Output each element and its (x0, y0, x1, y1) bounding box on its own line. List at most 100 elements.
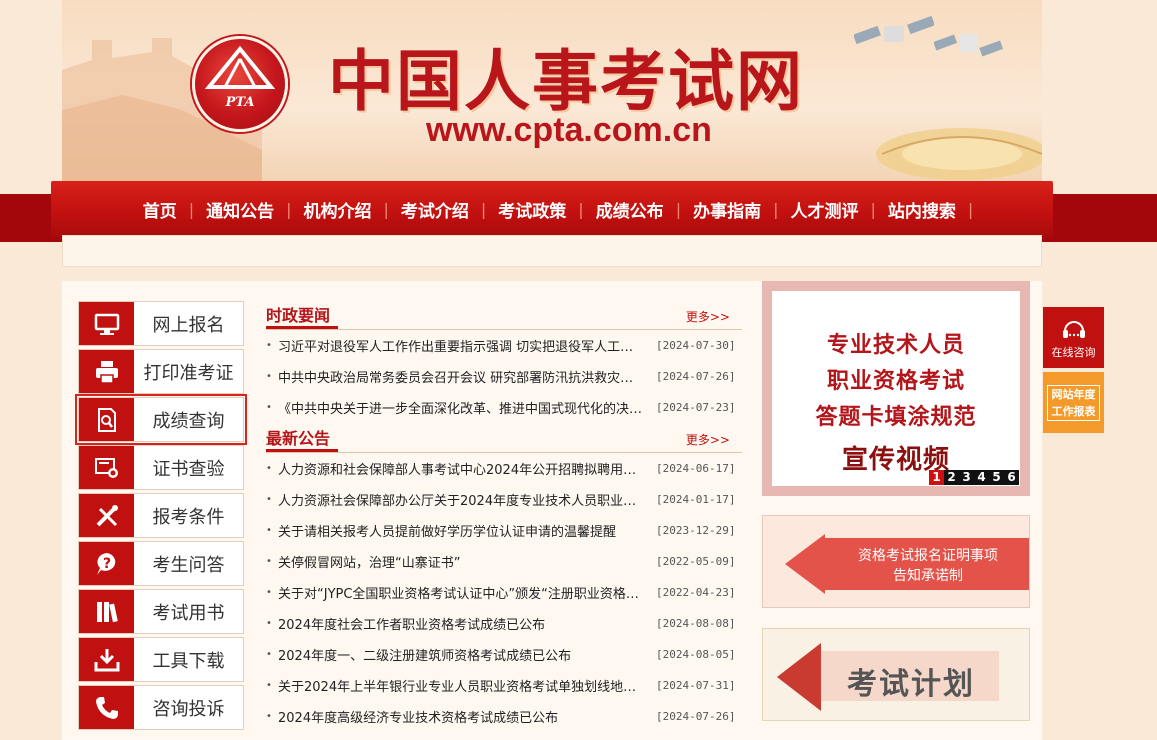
menu-item-7[interactable]: 工具下载 (78, 637, 244, 682)
site-url: www.cpta.com.cn (426, 111, 712, 149)
nav-item-2[interactable]: 机构介绍 (292, 197, 384, 222)
annual-report-label: 网站年度 工作报表 (1047, 384, 1100, 421)
news-title[interactable]: 人力资源和社会保障部人事考试中心2024年公开招聘拟聘用人员公示 (278, 459, 644, 478)
menu-item-label: 证书查验 (152, 458, 225, 480)
news-title[interactable]: 关于请相关报考人员提前做好学历学位认证申请的温馨提醒 (278, 521, 644, 540)
notices-title: 最新公告 (266, 425, 339, 452)
monitor-icon (79, 302, 134, 345)
slider-page-4[interactable]: 4 (974, 470, 989, 485)
menu-item-1[interactable]: 打印准考证 (78, 349, 244, 394)
certificate-promise-banner[interactable]: 资格考试报名证明事项 告知承诺制 (762, 515, 1030, 608)
news-date: [2022-04-23] (656, 586, 736, 599)
news-title[interactable]: 习近平对退役军人工作作出重要指示强调 切实把退役军人工作做好 (278, 336, 644, 355)
slider-page-1[interactable]: 1 (929, 470, 944, 485)
spacecraft-icon (934, 34, 1004, 57)
slide-line-3: 答题卡填涂规范 (815, 405, 977, 430)
bullet-icon: • (266, 587, 272, 598)
news-item[interactable]: • 中共中央政治局常务委员会召开会议 研究部署防汛抗洪救灾工作 [2024-07-2… (266, 361, 742, 392)
nav-item-4[interactable]: 考试政策 (486, 197, 578, 222)
nav-item-1[interactable]: 通知公告 (194, 197, 286, 222)
slide-line-2: 职业资格考试 (826, 369, 965, 394)
search-document-icon (79, 398, 134, 441)
nav-separator: | (967, 199, 974, 219)
promo-text: 资格考试报名证明事项 告知承诺制 (833, 546, 1023, 586)
menu-item-label: 考试用书 (152, 602, 225, 624)
menu-item-label: 打印准考证 (143, 362, 234, 384)
menu-item-0[interactable]: 网上报名 (78, 301, 244, 346)
slider-page-6[interactable]: 6 (1004, 470, 1019, 485)
news-date: [2024-08-08] (656, 617, 736, 630)
nav-item-3[interactable]: 考试介绍 (389, 197, 481, 222)
menu-item-label: 咨询投诉 (152, 698, 225, 720)
notices-more-link[interactable]: 更多>> (686, 431, 730, 448)
certificate-check-icon (79, 446, 134, 489)
pta-logo[interactable]: PTA (192, 36, 288, 132)
books-icon (79, 590, 134, 633)
video-slider[interactable]: 专业技术人员 职业资格考试 答题卡填涂规范 宣传视频 123456 (762, 281, 1030, 496)
header-banner: PTA 中国人事考试网 www.cpta.com.cn (62, 0, 1042, 182)
logo-emblem-icon (204, 45, 276, 89)
slider-page-2[interactable]: 2 (944, 470, 959, 485)
slide-line-1: 专业技术人员 (826, 333, 965, 358)
slider-frame: 专业技术人员 职业资格考试 答题卡填涂规范 宣传视频 123456 (772, 291, 1020, 486)
news-title[interactable]: 关停假冒网站，治理“山寨证书” (278, 552, 644, 571)
news-title[interactable]: 2024年度一、二级注册建筑师资格考试成绩已公布 (278, 645, 644, 664)
news-date: [2024-07-30] (656, 339, 736, 352)
arrow-icon (777, 643, 821, 711)
menu-item-2[interactable]: 成绩查询 (75, 394, 247, 445)
news-item[interactable]: • 2024年度高级经济专业技术资格考试成绩已公布 [2024-07-26] (266, 701, 742, 732)
bullet-icon: • (266, 340, 272, 351)
svg-text:?: ? (102, 556, 110, 572)
annual-report-button[interactable]: 网站年度 工作报表 (1043, 372, 1104, 433)
phone-icon (79, 686, 134, 729)
online-consult-label: 在线咨询 (1051, 346, 1096, 359)
logo-text: PTA (225, 95, 255, 110)
bullet-icon: • (266, 618, 272, 629)
service-menu: 网上报名打印准考证成绩查询证书查验报考条件? 考生问答考试用书工具下载咨询投诉 (75, 301, 247, 733)
nav-item-8[interactable]: 站内搜索 (876, 197, 968, 222)
news-date: [2024-08-05] (656, 648, 736, 661)
nav-item-5[interactable]: 成绩公布 (584, 197, 676, 222)
nav-item-7[interactable]: 人才测评 (778, 197, 870, 222)
news-title[interactable]: 2024年度社会工作者职业资格考试成绩已公布 (278, 614, 644, 633)
news-item[interactable]: • 《中共中央关于进一步全面深化改革、推进中国式现代化的决定》 [2024-07-2… (266, 392, 742, 423)
news-item[interactable]: • 关于对“JYPC全国职业资格考试认证中心”颁发“注册职业资格证书”的声明 [20… (266, 577, 742, 608)
bullet-icon: • (266, 371, 272, 382)
slider-page-3[interactable]: 3 (959, 470, 974, 485)
news-title[interactable]: 关于对“JYPC全国职业资格考试认证中心”颁发“注册职业资格证书”的声明 (278, 583, 644, 602)
news-title[interactable]: 《中共中央关于进一步全面深化改革、推进中国式现代化的决定》 (278, 398, 644, 417)
bullet-icon: • (266, 494, 272, 505)
menu-item-6[interactable]: 考试用书 (78, 589, 244, 634)
menu-item-label: 工具下载 (152, 650, 225, 672)
news-item[interactable]: • 2024年度一、二级注册建筑师资格考试成绩已公布 [2024-08-05] (266, 639, 742, 670)
menu-item-4[interactable]: 报考条件 (78, 493, 244, 538)
nav-item-0[interactable]: 首页 (131, 197, 189, 222)
news-date: [2024-06-17] (656, 462, 736, 475)
news-date: [2024-07-26] (656, 370, 736, 383)
news-item[interactable]: • 关停假冒网站，治理“山寨证书” [2022-05-09] (266, 546, 742, 577)
news-item[interactable]: • 关于2024年上半年银行业专业人员职业资格考试单独划线地区合格标准 [2024-… (266, 670, 742, 701)
news-item[interactable]: • 习近平对退役军人工作作出重要指示强调 切实把退役军人工作做好 [2024-07-… (266, 330, 742, 361)
nav-item-6[interactable]: 办事指南 (681, 197, 773, 222)
menu-item-5[interactable]: ? 考生问答 (78, 541, 244, 586)
news-column: 时政要闻 更多>> • 习近平对退役军人工作作出重要指示强调 切实把退役军人工作做… (266, 300, 742, 732)
news-date: [2023-12-29] (656, 524, 736, 537)
news-title[interactable]: 2024年度高级经济专业技术资格考试成绩已公布 (278, 707, 644, 726)
news-item[interactable]: • 关于请相关报考人员提前做好学历学位认证申请的温馨提醒 [2023-12-29] (266, 515, 742, 546)
online-consult-button[interactable]: 在线咨询 (1043, 307, 1104, 368)
news-title[interactable]: 中共中央政治局常务委员会召开会议 研究部署防汛抗洪救灾工作 (278, 367, 644, 386)
news-item[interactable]: • 人力资源社会保障部办公厅关于2024年度专业技术人员职业资格考试工作计划 [20… (266, 484, 742, 515)
politics-more-link[interactable]: 更多>> (686, 308, 730, 325)
exam-plan-banner[interactable]: 考试计划 (762, 628, 1030, 721)
news-title[interactable]: 关于2024年上半年银行业专业人员职业资格考试单独划线地区合格标准 (278, 676, 644, 695)
menu-item-3[interactable]: 证书查验 (78, 445, 244, 490)
news-item[interactable]: • 2024年度社会工作者职业资格考试成绩已公布 [2024-08-08] (266, 608, 742, 639)
slider-page-5[interactable]: 5 (989, 470, 1004, 485)
headset-icon (1062, 321, 1085, 338)
politics-title: 时政要闻 (266, 302, 339, 329)
news-item[interactable]: • 人力资源和社会保障部人事考试中心2024年公开招聘拟聘用人员公示 [2024-0… (266, 453, 742, 484)
menu-item-8[interactable]: 咨询投诉 (78, 685, 244, 730)
politics-list: • 习近平对退役军人工作作出重要指示强调 切实把退役军人工作做好 [2024-07-… (266, 330, 742, 423)
news-title[interactable]: 人力资源社会保障部办公厅关于2024年度专业技术人员职业资格考试工作计划 (278, 490, 644, 509)
news-date: [2024-07-26] (656, 710, 736, 723)
